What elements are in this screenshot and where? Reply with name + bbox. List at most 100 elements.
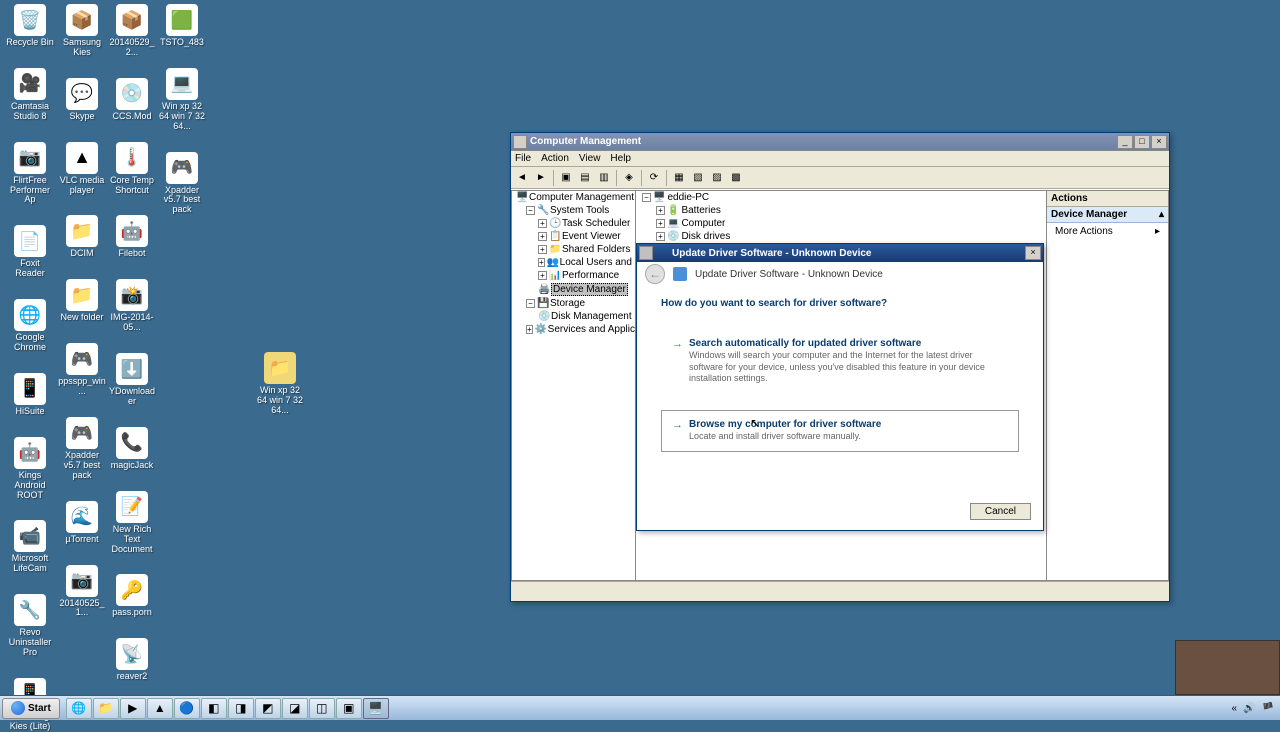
tree-task-scheduler[interactable]: +🕒Task Scheduler <box>512 217 635 230</box>
back-button[interactable]: ◄ <box>513 169 531 187</box>
menu-help[interactable]: Help <box>610 153 631 164</box>
tree-performance[interactable]: +📊Performance <box>512 269 635 282</box>
desktop-icon[interactable]: 📸IMG-2014-05... <box>108 279 156 333</box>
titlebar[interactable]: Computer Management _ □ × <box>511 133 1169 151</box>
dialog-titlebar[interactable]: Update Driver Software - Unknown Device … <box>637 244 1043 262</box>
device-disk-drives[interactable]: +💿Disk drives <box>636 230 1046 243</box>
device-batteries[interactable]: +🔋Batteries <box>636 204 1046 217</box>
more-actions[interactable]: More Actions▸ <box>1047 223 1168 240</box>
taskbar-app[interactable]: ◫ <box>309 698 335 719</box>
menu-view[interactable]: View <box>579 153 601 164</box>
toolbar-button[interactable]: ▥ <box>595 169 613 187</box>
desktop-icon[interactable]: 📁DCIM <box>58 215 106 259</box>
desktop-icon[interactable]: 📞magicJack <box>108 427 156 471</box>
close-button[interactable]: × <box>1151 135 1167 149</box>
desktop-icon[interactable]: 💬Skype <box>58 78 106 122</box>
dialog-icon <box>639 246 653 260</box>
desktop-icon[interactable]: 📡reaver2 <box>108 638 156 682</box>
tree-root[interactable]: 🖥️Computer Management (Local) <box>512 191 635 204</box>
desktop-icon[interactable]: ⬇️YDownloader <box>108 353 156 407</box>
option-search-auto[interactable]: →Search automatically for updated driver… <box>661 329 1019 394</box>
taskbar-compmgmt[interactable]: 🖥️ <box>363 698 389 719</box>
actions-subheader[interactable]: Device Manager▴ <box>1047 207 1168 223</box>
tray-chevron-icon[interactable]: « <box>1232 703 1238 714</box>
tree-disk-management[interactable]: 💿Disk Management <box>512 310 635 323</box>
desktop-icon[interactable]: 🤖Filebot <box>108 215 156 259</box>
device-computer[interactable]: +💻Computer <box>636 217 1046 230</box>
app-icon <box>513 135 527 149</box>
desktop-icon[interactable]: 📷20140525_1... <box>58 565 106 619</box>
desktop-icon[interactable]: 📱HiSuite <box>6 373 54 417</box>
shield-icon <box>673 267 687 281</box>
tree-local-users[interactable]: +👥Local Users and Groups <box>512 256 635 269</box>
desktop-icon[interactable]: 🎮Xpadder v5.7 best pack <box>158 152 206 216</box>
desktop-icon[interactable]: 💿CCS.Mod <box>108 78 156 122</box>
taskbar-app[interactable]: ▣ <box>336 698 362 719</box>
cancel-button[interactable]: Cancel <box>970 503 1031 520</box>
back-button[interactable]: ← <box>645 264 665 284</box>
maximize-button[interactable]: □ <box>1134 135 1150 149</box>
taskbar-app[interactable]: ◨ <box>228 698 254 719</box>
desktop-icon[interactable]: 🔧Revo Uninstaller Pro <box>6 594 54 658</box>
desktop-icon[interactable]: 📝New Rich Text Document <box>108 491 156 555</box>
desktop-icon[interactable]: 🌊µTorrent <box>58 501 106 545</box>
actions-panel: Actions Device Manager▴ More Actions▸ <box>1047 190 1169 581</box>
taskbar-wmp[interactable]: ▶ <box>120 698 146 719</box>
minimize-button[interactable]: _ <box>1117 135 1133 149</box>
desktop-icon[interactable]: 🎮Xpadder v5.7 best pack <box>58 417 106 481</box>
tree-shared-folders[interactable]: +📁Shared Folders <box>512 243 635 256</box>
desktop-icon[interactable]: 📄Foxit Reader <box>6 225 54 279</box>
desktop-icon[interactable]: 📁 Win xp 32 64 win 7 32 64... <box>256 352 304 416</box>
taskbar-chrome[interactable]: 🔵 <box>174 698 200 719</box>
desktop-icon[interactable]: 📦Samsung Kies <box>58 4 106 58</box>
taskbar-app[interactable]: ◧ <box>201 698 227 719</box>
start-button[interactable]: Start <box>2 698 60 719</box>
desktop-icon[interactable]: 🔑pass.porn <box>108 574 156 618</box>
desktop-icon[interactable]: 📹Microsoft LifeCam <box>6 520 54 574</box>
menu-file[interactable]: File <box>515 153 531 164</box>
taskbar-app[interactable]: ◪ <box>282 698 308 719</box>
tray-flag-icon[interactable]: 🏴 <box>1262 703 1274 714</box>
taskbar-vlc[interactable]: ▲ <box>147 698 173 719</box>
tree-event-viewer[interactable]: +📋Event Viewer <box>512 230 635 243</box>
tree-services[interactable]: +⚙️Services and Applications <box>512 323 635 336</box>
dialog-title: Update Driver Software - Unknown Device <box>656 248 1025 259</box>
window-title: Computer Management <box>530 136 1117 147</box>
tree-device-manager[interactable]: 🖨️Device Manager <box>512 282 635 297</box>
desktop-icon[interactable]: 🎮ppsspp_win... <box>58 343 106 397</box>
toolbar-button[interactable]: ▨ <box>708 169 726 187</box>
desktop-icon[interactable]: 🌡️Core Temp Shortcut <box>108 142 156 196</box>
dialog-close-button[interactable]: × <box>1025 246 1041 260</box>
taskbar-explorer[interactable]: 📁 <box>93 698 119 719</box>
refresh-button[interactable]: ⟳ <box>645 169 663 187</box>
desktop-icon[interactable]: ▲VLC media player <box>58 142 106 196</box>
toolbar-button[interactable]: ▧ <box>689 169 707 187</box>
desktop-icon[interactable]: 🎥Camtasia Studio 8 <box>6 68 54 122</box>
option-browse-computer[interactable]: →Browse my computer for driver software … <box>661 410 1019 452</box>
desktop-icon[interactable]: 📁New folder <box>58 279 106 323</box>
taskbar-ie[interactable]: 🌐 <box>66 698 92 719</box>
tree-system-tools[interactable]: −🔧System Tools <box>512 204 635 217</box>
collapse-icon: ▴ <box>1159 209 1164 220</box>
desktop-icon[interactable]: 📦20140529_2... <box>108 4 156 58</box>
device-root[interactable]: −🖥️eddie-PC <box>636 191 1046 204</box>
properties-button[interactable]: ◈ <box>620 169 638 187</box>
desktop-icon[interactable]: 💻Win xp 32 64 win 7 32 64... <box>158 68 206 132</box>
system-tray[interactable]: « 🔊 🏴 <box>1232 703 1280 714</box>
desktop-icon[interactable]: 📷FlirtFree Performer Ap <box>6 142 54 206</box>
toolbar-button[interactable]: ▤ <box>576 169 594 187</box>
tree-storage[interactable]: −💾Storage <box>512 297 635 310</box>
tray-icon[interactable]: 🔊 <box>1243 703 1255 714</box>
desktop-icon[interactable]: 🟩TSTO_483 <box>158 4 206 48</box>
desktop-icon[interactable]: 🤖Kings Android ROOT <box>6 437 54 501</box>
toolbar-button[interactable]: ▩ <box>727 169 745 187</box>
toolbar-button[interactable]: ▣ <box>557 169 575 187</box>
forward-button[interactable]: ► <box>532 169 550 187</box>
toolbar-button[interactable]: ▦ <box>670 169 688 187</box>
desktop-icon[interactable]: 🗑️Recycle Bin <box>6 4 54 48</box>
webcam-overlay <box>1175 640 1280 695</box>
taskbar-app[interactable]: ◩ <box>255 698 281 719</box>
menu-action[interactable]: Action <box>541 153 569 164</box>
chevron-right-icon: ▸ <box>1155 226 1160 237</box>
desktop-icon[interactable]: 🌐Google Chrome <box>6 299 54 353</box>
